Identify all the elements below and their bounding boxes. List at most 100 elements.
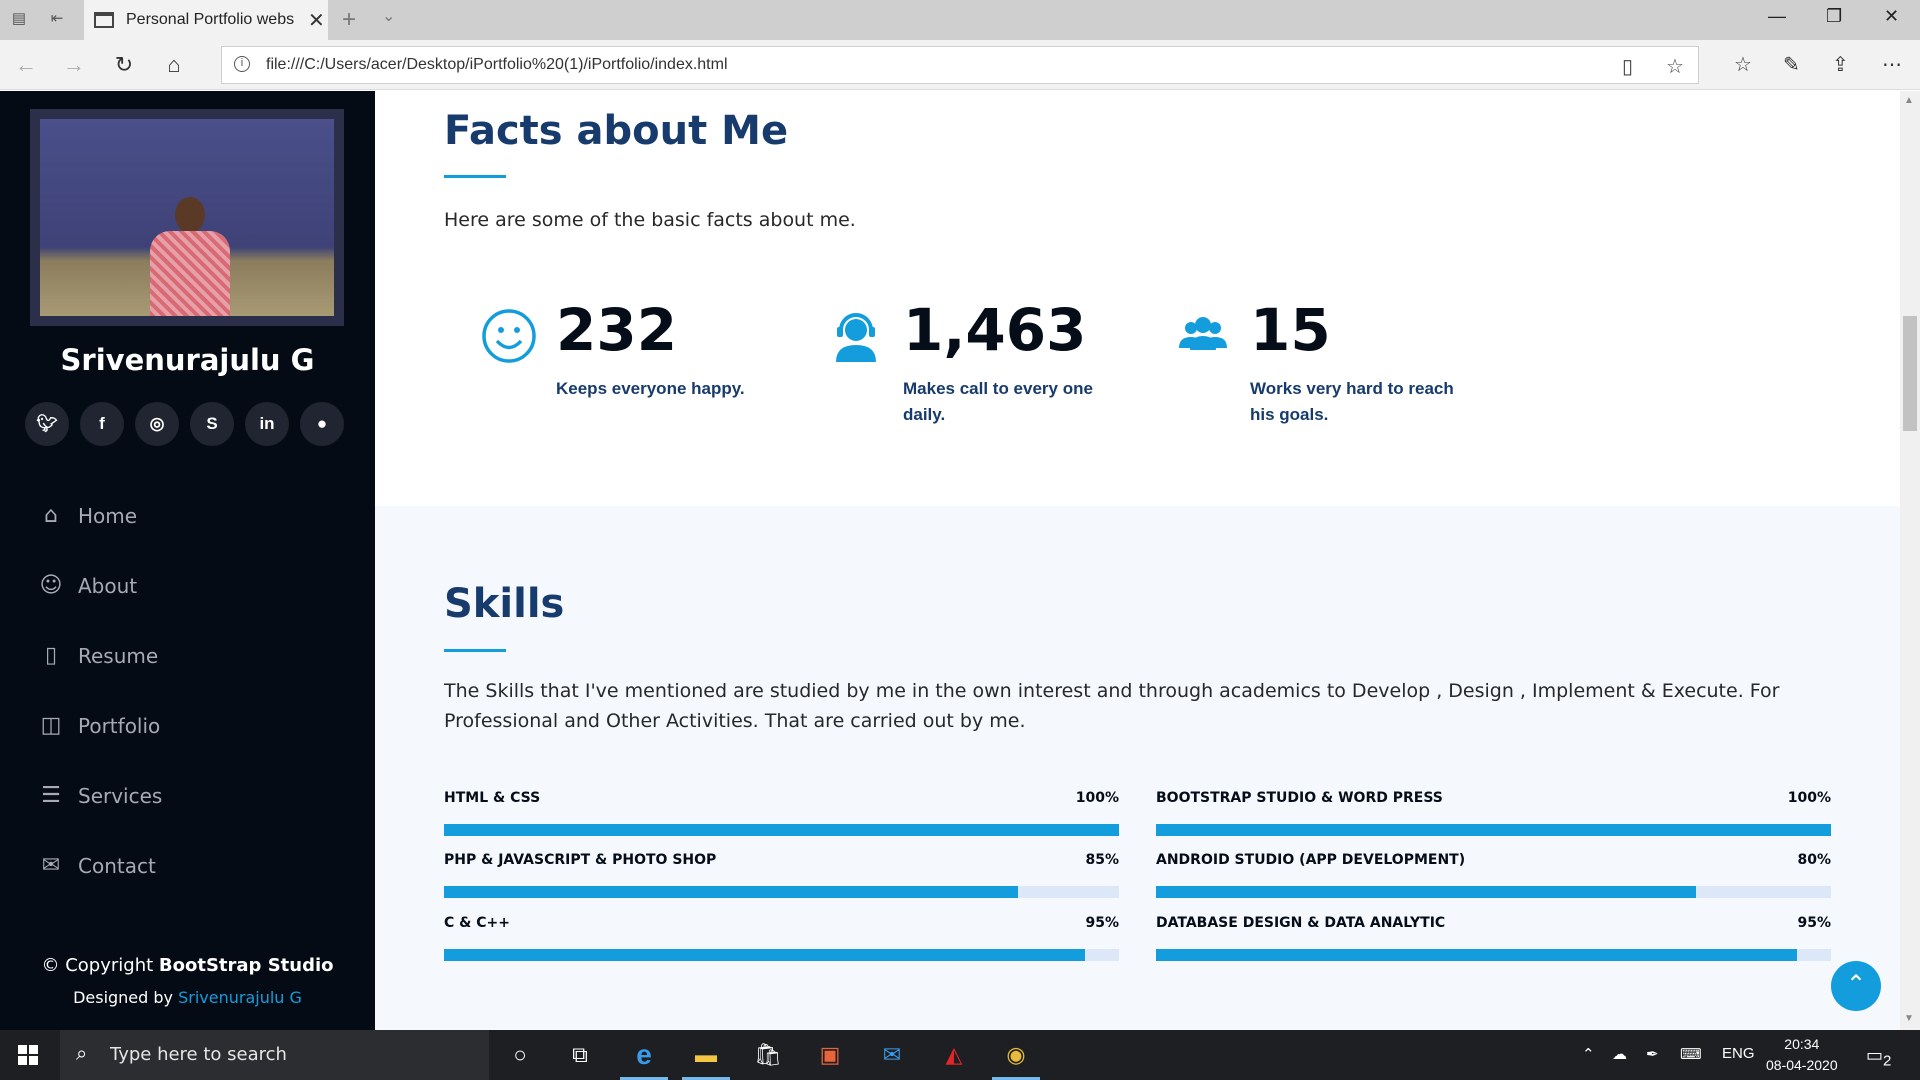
store-icon[interactable]: 🛍︎ [740,1030,796,1080]
nav-item-portfolio[interactable]: ◫ Portfolio [38,691,162,761]
windows-start-icon[interactable] [18,1045,38,1065]
edge-icon[interactable]: e [616,1030,672,1080]
nav-item-home[interactable]: ⌂ Home [38,481,162,551]
share-icon[interactable]: ⇪ [1832,52,1849,77]
skill-item: C & C++ 95% [444,915,1119,961]
skill-value: 85% [1085,852,1119,868]
scroll-up-icon[interactable]: ▲ [1904,95,1914,106]
more-icon[interactable]: ⋯ [1882,52,1902,77]
chevron-down-icon[interactable]: ⌄ [382,6,395,26]
skill-progress-bar [1156,824,1831,836]
presentation-icon[interactable]: ▣ [802,1030,858,1080]
facts-title: Facts about Me [444,108,789,154]
home-browser-icon[interactable]: ⌂ [160,52,188,78]
close-window-icon[interactable]: ✕ [1884,6,1899,27]
new-tab-icon[interactable]: + [342,6,356,34]
instagram-icon[interactable]: ◎ [135,402,179,446]
profile-image [30,109,344,326]
favorites-icon[interactable]: ☆ [1734,52,1752,77]
headset-icon [836,313,876,362]
skills-title: Skills [444,581,565,627]
pen-icon[interactable]: ✎ [1783,52,1800,77]
server-icon: ☰ [41,783,61,808]
nav-item-resume[interactable]: ▯ Resume [38,621,162,691]
twitter-icon[interactable]: 🐦︎ [25,402,69,446]
clock[interactable]: 20:34 08-04-2020 [1766,1034,1838,1076]
skill-progress-fill [444,886,1018,898]
page-scrollbar[interactable]: ▲ ▼ [1900,91,1920,1030]
nav-label: Services [78,784,163,808]
url-text: file:///C:/Users/acer/Desktop/iPortfolio… [266,56,728,73]
reading-view-icon[interactable]: ▯ [1622,54,1633,79]
copyright: © Copyright BootStrap Studio [41,955,334,976]
cortana-icon[interactable]: ○ [492,1030,548,1080]
profile-photo [40,119,334,316]
mail-icon[interactable]: ✉ [864,1030,920,1080]
skill-name: C & C++ [444,915,510,931]
file-explorer-icon[interactable]: ▬ [678,1030,734,1080]
tabs-aside-icon[interactable]: ⇤ [48,10,66,28]
back-icon[interactable]: ← [12,52,40,78]
skype-icon[interactable]: S [190,402,234,446]
tab-sets-icon[interactable]: ▤ [10,10,28,28]
language-indicator[interactable]: ENG [1722,1045,1755,1062]
nav-item-about[interactable]: ☺ About [38,551,162,621]
skill-value: 100% [1075,790,1119,806]
chrome-icon[interactable]: ◉ [988,1030,1044,1080]
refresh-icon[interactable]: ↻ [110,52,138,78]
nav-item-contact[interactable]: ✉ Contact [38,831,162,901]
browser-tab[interactable]: Personal Portfolio webs ✕ [84,0,328,40]
skill-progress-fill [444,949,1086,961]
designer-link[interactable]: Srivenurajulu G [178,988,302,1007]
fact-text: Works very hard to reach his goals. [1250,379,1454,424]
file-icon: ▯ [44,643,58,668]
address-bar: ← → ↻ ⌂ i file:///C:/Users/acer/Desktop/… [0,40,1920,90]
skill-value: 100% [1787,790,1831,806]
skill-name: DATABASE DESIGN & DATA ANALYTIC [1156,915,1446,931]
skill-item: HTML & CSS 100% [444,790,1119,836]
skill-name: PHP & JAVASCRIPT & PHOTO SHOP [444,852,717,868]
main-content: Facts about Me Here are some of the basi… [375,91,1900,1030]
minimize-icon[interactable]: — [1768,6,1786,27]
task-view-icon[interactable]: ⧉ [552,1030,608,1080]
notifications-icon[interactable]: ▭2 [1866,1045,1891,1070]
keyboard-icon[interactable]: ⌨ [1680,1045,1702,1063]
browser-tab-bar: ▤ ⇤ Personal Portfolio webs ✕ + ⌄ — ❐ ✕ [0,0,1920,40]
pdf-reader-icon[interactable]: ◭ [926,1030,982,1080]
back-to-top-button[interactable]: ⌃ [1831,961,1881,1011]
info-icon[interactable]: i [234,56,250,72]
close-tab-icon[interactable]: ✕ [308,8,325,33]
users-icon [1179,317,1227,350]
nav-label: Resume [78,644,159,668]
fact-number: 1,463 [903,296,1087,364]
linkedin-icon[interactable]: in [245,402,289,446]
facebook-icon[interactable]: f [80,402,124,446]
pen-workspace-icon[interactable]: ✒ [1646,1045,1659,1063]
favorite-star-icon[interactable]: ☆ [1666,54,1684,79]
forward-icon[interactable]: → [60,52,88,78]
skill-progress-bar [1156,949,1831,961]
nav-label: Home [78,504,138,528]
scroll-down-icon[interactable]: ▼ [1904,1013,1914,1024]
skill-progress-bar [444,886,1119,898]
chevron-up-icon[interactable]: ⌃ [1582,1045,1595,1063]
scrollbar-thumb[interactable] [1903,316,1917,431]
nav-item-services[interactable]: ☰ Services [38,761,162,831]
search-icon: ⌕ [76,1043,88,1065]
taskbar-search[interactable]: ⌕ Type here to search [60,1030,489,1080]
nav-menu: ⌂ Home ☺ About ▯ Resume ◫ Portfolio ☰ Se… [38,481,163,901]
nav-label: Contact [78,854,156,878]
url-field[interactable]: i file:///C:/Users/acer/Desktop/iPortfol… [221,46,1699,84]
skill-name: ANDROID STUDIO (APP DEVELOPMENT) [1156,852,1466,868]
skills-description: The Skills that I've mentioned are studi… [444,680,1780,732]
skill-progress-fill [1156,886,1696,898]
github-icon[interactable]: ● [300,402,344,446]
restore-icon[interactable]: ❐ [1826,6,1842,27]
search-placeholder: Type here to search [110,1044,287,1065]
skill-item: DATABASE DESIGN & DATA ANALYTIC 95% [1156,915,1831,961]
skill-value: 95% [1085,915,1119,931]
title-underline [444,175,506,178]
facts-description: Here are some of the basic facts about m… [444,209,856,231]
onedrive-icon[interactable]: ☁ [1612,1045,1627,1063]
nav-label: About [78,574,138,598]
